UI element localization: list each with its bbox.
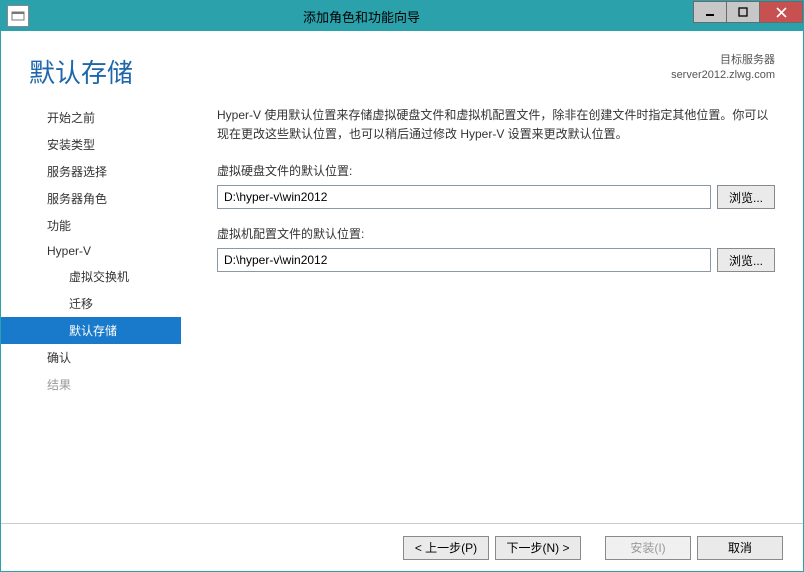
- vm-config-path-row: 浏览...: [217, 248, 775, 272]
- main-panel: Hyper-V 使用默认位置来存储虚拟硬盘文件和虚拟机配置文件，除非在创建文件时…: [181, 100, 803, 523]
- cancel-button[interactable]: 取消: [697, 536, 783, 560]
- sidebar-item-5[interactable]: Hyper-V: [1, 239, 181, 263]
- minimize-button[interactable]: [693, 1, 727, 23]
- sidebar-item-0[interactable]: 开始之前: [1, 104, 181, 131]
- app-icon: [7, 5, 29, 27]
- window-title: 添加角色和功能向导: [29, 7, 694, 26]
- wizard-header: 默认存储 目标服务器 server2012.zlwg.com: [1, 31, 803, 100]
- page-title: 默认存储: [29, 53, 671, 90]
- vhd-browse-button[interactable]: 浏览...: [717, 185, 775, 209]
- sidebar-item-4[interactable]: 功能: [1, 212, 181, 239]
- wizard-footer: < 上一步(P) 下一步(N) > 安装(I) 取消: [1, 523, 803, 571]
- sidebar-item-1[interactable]: 安装类型: [1, 131, 181, 158]
- sidebar-item-6[interactable]: 虚拟交换机: [1, 263, 181, 290]
- vm-config-path-label: 虚拟机配置文件的默认位置:: [217, 225, 775, 242]
- wizard-sidebar: 开始之前安装类型服务器选择服务器角色功能Hyper-V虚拟交换机迁移默认存储确认…: [1, 100, 181, 523]
- vhd-path-label: 虚拟硬盘文件的默认位置:: [217, 162, 775, 179]
- maximize-button[interactable]: [726, 1, 760, 23]
- sidebar-item-8[interactable]: 默认存储: [1, 317, 181, 344]
- next-button[interactable]: 下一步(N) >: [495, 536, 581, 560]
- vhd-path-row: 浏览...: [217, 185, 775, 209]
- vm-config-path-input[interactable]: [217, 248, 711, 272]
- target-server-value: server2012.zlwg.com: [671, 68, 775, 83]
- wizard-content: 开始之前安装类型服务器选择服务器角色功能Hyper-V虚拟交换机迁移默认存储确认…: [1, 100, 803, 523]
- vhd-path-input[interactable]: [217, 185, 711, 209]
- window-controls: [694, 1, 803, 31]
- vm-config-browse-button[interactable]: 浏览...: [717, 248, 775, 272]
- previous-button[interactable]: < 上一步(P): [403, 536, 489, 560]
- target-server-label: 目标服务器: [671, 53, 775, 68]
- sidebar-item-10: 结果: [1, 371, 181, 398]
- description-text: Hyper-V 使用默认位置来存储虚拟硬盘文件和虚拟机配置文件，除非在创建文件时…: [217, 106, 775, 144]
- close-button[interactable]: [759, 1, 803, 23]
- sidebar-item-9[interactable]: 确认: [1, 344, 181, 371]
- wizard-body: 默认存储 目标服务器 server2012.zlwg.com 开始之前安装类型服…: [1, 31, 803, 571]
- sidebar-item-7[interactable]: 迁移: [1, 290, 181, 317]
- install-button[interactable]: 安装(I): [605, 536, 691, 560]
- titlebar: 添加角色和功能向导: [1, 1, 803, 31]
- target-server-box: 目标服务器 server2012.zlwg.com: [671, 53, 775, 84]
- sidebar-item-3[interactable]: 服务器角色: [1, 185, 181, 212]
- sidebar-item-2[interactable]: 服务器选择: [1, 158, 181, 185]
- wizard-window: 添加角色和功能向导 默认存储 目标服务器 server2012.zlwg.com…: [0, 0, 804, 572]
